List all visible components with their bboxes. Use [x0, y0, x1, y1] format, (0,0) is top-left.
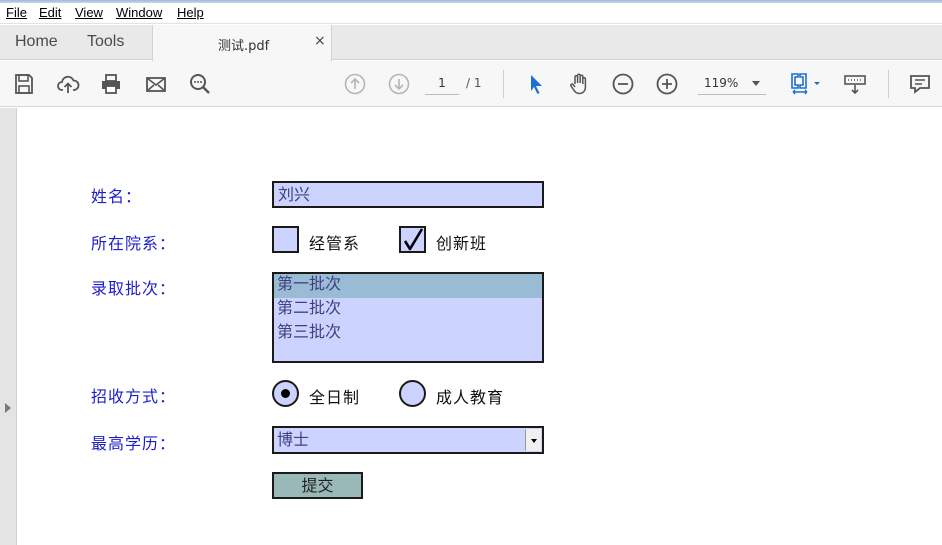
close-icon[interactable]: × — [314, 33, 326, 49]
list-item[interactable]: 第一批次 — [274, 274, 542, 298]
zoom-level-value: 119% — [704, 76, 739, 90]
save-icon — [15, 74, 33, 94]
cursor-arrow-icon — [531, 75, 542, 94]
next-page-button[interactable] — [386, 71, 412, 97]
select-tool-button[interactable] — [523, 71, 549, 97]
checkmark-icon — [403, 228, 424, 251]
comment-icon — [910, 75, 930, 94]
hand-icon — [570, 73, 587, 95]
mode-radio-fulltime[interactable] — [272, 380, 299, 407]
zoom-out-button[interactable] — [610, 71, 636, 97]
department-checkbox-jingguan[interactable] — [272, 226, 299, 253]
list-item[interactable]: 第二批次 — [274, 298, 542, 322]
zoom-in-button[interactable] — [654, 71, 680, 97]
menu-help[interactable]: Help — [177, 5, 204, 20]
department-option-label: 经管系 — [309, 234, 361, 253]
navigation-pane-toggle[interactable] — [0, 108, 17, 545]
zoom-out-icon — [612, 73, 634, 95]
fit-page-icon — [791, 73, 820, 95]
menu-window[interactable]: Window — [116, 5, 162, 20]
document-tab-label: 测试.pdf — [218, 39, 270, 54]
chevron-right-icon — [5, 403, 11, 413]
department-option-label: 创新班 — [436, 234, 488, 253]
menu-file-label: File — [6, 5, 27, 20]
toolbar-divider — [503, 70, 504, 98]
submit-button[interactable]: 提交 — [272, 472, 363, 499]
arrow-up-circle-icon — [344, 73, 366, 95]
chevron-down-icon — [752, 81, 760, 86]
read-mode-button[interactable] — [842, 71, 868, 97]
department-label: 所在院系： — [91, 234, 177, 253]
zoom-level-select[interactable]: 119% — [698, 73, 766, 95]
keyboard-icon — [844, 75, 866, 95]
envelope-icon — [146, 77, 166, 92]
tab-document[interactable]: 测试.pdf × — [152, 25, 332, 61]
hand-tool-button[interactable] — [566, 71, 592, 97]
mode-option-label: 全日制 — [309, 388, 361, 407]
menu-file[interactable]: File — [6, 5, 27, 20]
education-combo-value: 博士 — [277, 430, 310, 449]
menu-window-label: Window — [116, 5, 163, 20]
tab-bar: Home Tools 测试.pdf × — [0, 25, 942, 61]
upload-button[interactable] — [55, 71, 81, 97]
email-button[interactable] — [143, 71, 169, 97]
menu-edit[interactable]: Edit — [39, 5, 61, 20]
batch-list-box[interactable]: 第一批次 第二批次 第三批次 — [272, 272, 544, 363]
list-item[interactable]: 第三批次 — [274, 322, 542, 346]
tab-home[interactable]: Home — [15, 33, 58, 51]
arrow-down-circle-icon — [388, 73, 410, 95]
page-total: / 1 — [466, 76, 482, 90]
save-button[interactable] — [11, 71, 37, 97]
mode-radio-adult[interactable] — [399, 380, 426, 407]
printer-icon — [102, 74, 120, 94]
page-number-input[interactable]: 1 — [425, 73, 459, 95]
page-fit-button[interactable] — [787, 71, 823, 97]
zoom-in-icon — [656, 73, 678, 95]
toolbar: 1 / 1 119% — [0, 61, 942, 107]
menu-edit-label: Edit — [39, 5, 62, 20]
find-button[interactable] — [187, 71, 213, 97]
mode-label: 招收方式： — [91, 387, 177, 406]
tab-tools[interactable]: Tools — [87, 33, 124, 51]
name-label: 姓名： — [91, 187, 143, 206]
menu-bar: File Edit View Window Help — [0, 3, 942, 24]
batch-label: 录取批次： — [91, 279, 177, 298]
cloud-upload-icon — [57, 75, 80, 93]
search-icon — [190, 74, 210, 94]
menu-view[interactable]: View — [75, 5, 103, 20]
radio-selected-dot — [281, 389, 290, 398]
education-combo-box[interactable]: 博士 — [272, 426, 544, 454]
print-button[interactable] — [98, 71, 124, 97]
toolbar-divider — [888, 70, 889, 98]
chevron-down-icon — [531, 439, 537, 443]
combo-dropdown-button[interactable] — [525, 429, 541, 451]
department-checkbox-chuangxin[interactable] — [399, 226, 426, 253]
name-text-field[interactable]: 刘兴 — [272, 181, 544, 208]
previous-page-button[interactable] — [342, 71, 368, 97]
comment-button[interactable] — [907, 71, 933, 97]
menu-view-label: View — [75, 5, 103, 20]
mode-option-label: 成人教育 — [436, 388, 505, 407]
education-label: 最高学历： — [91, 434, 177, 453]
menu-help-label: Help — [177, 5, 204, 20]
